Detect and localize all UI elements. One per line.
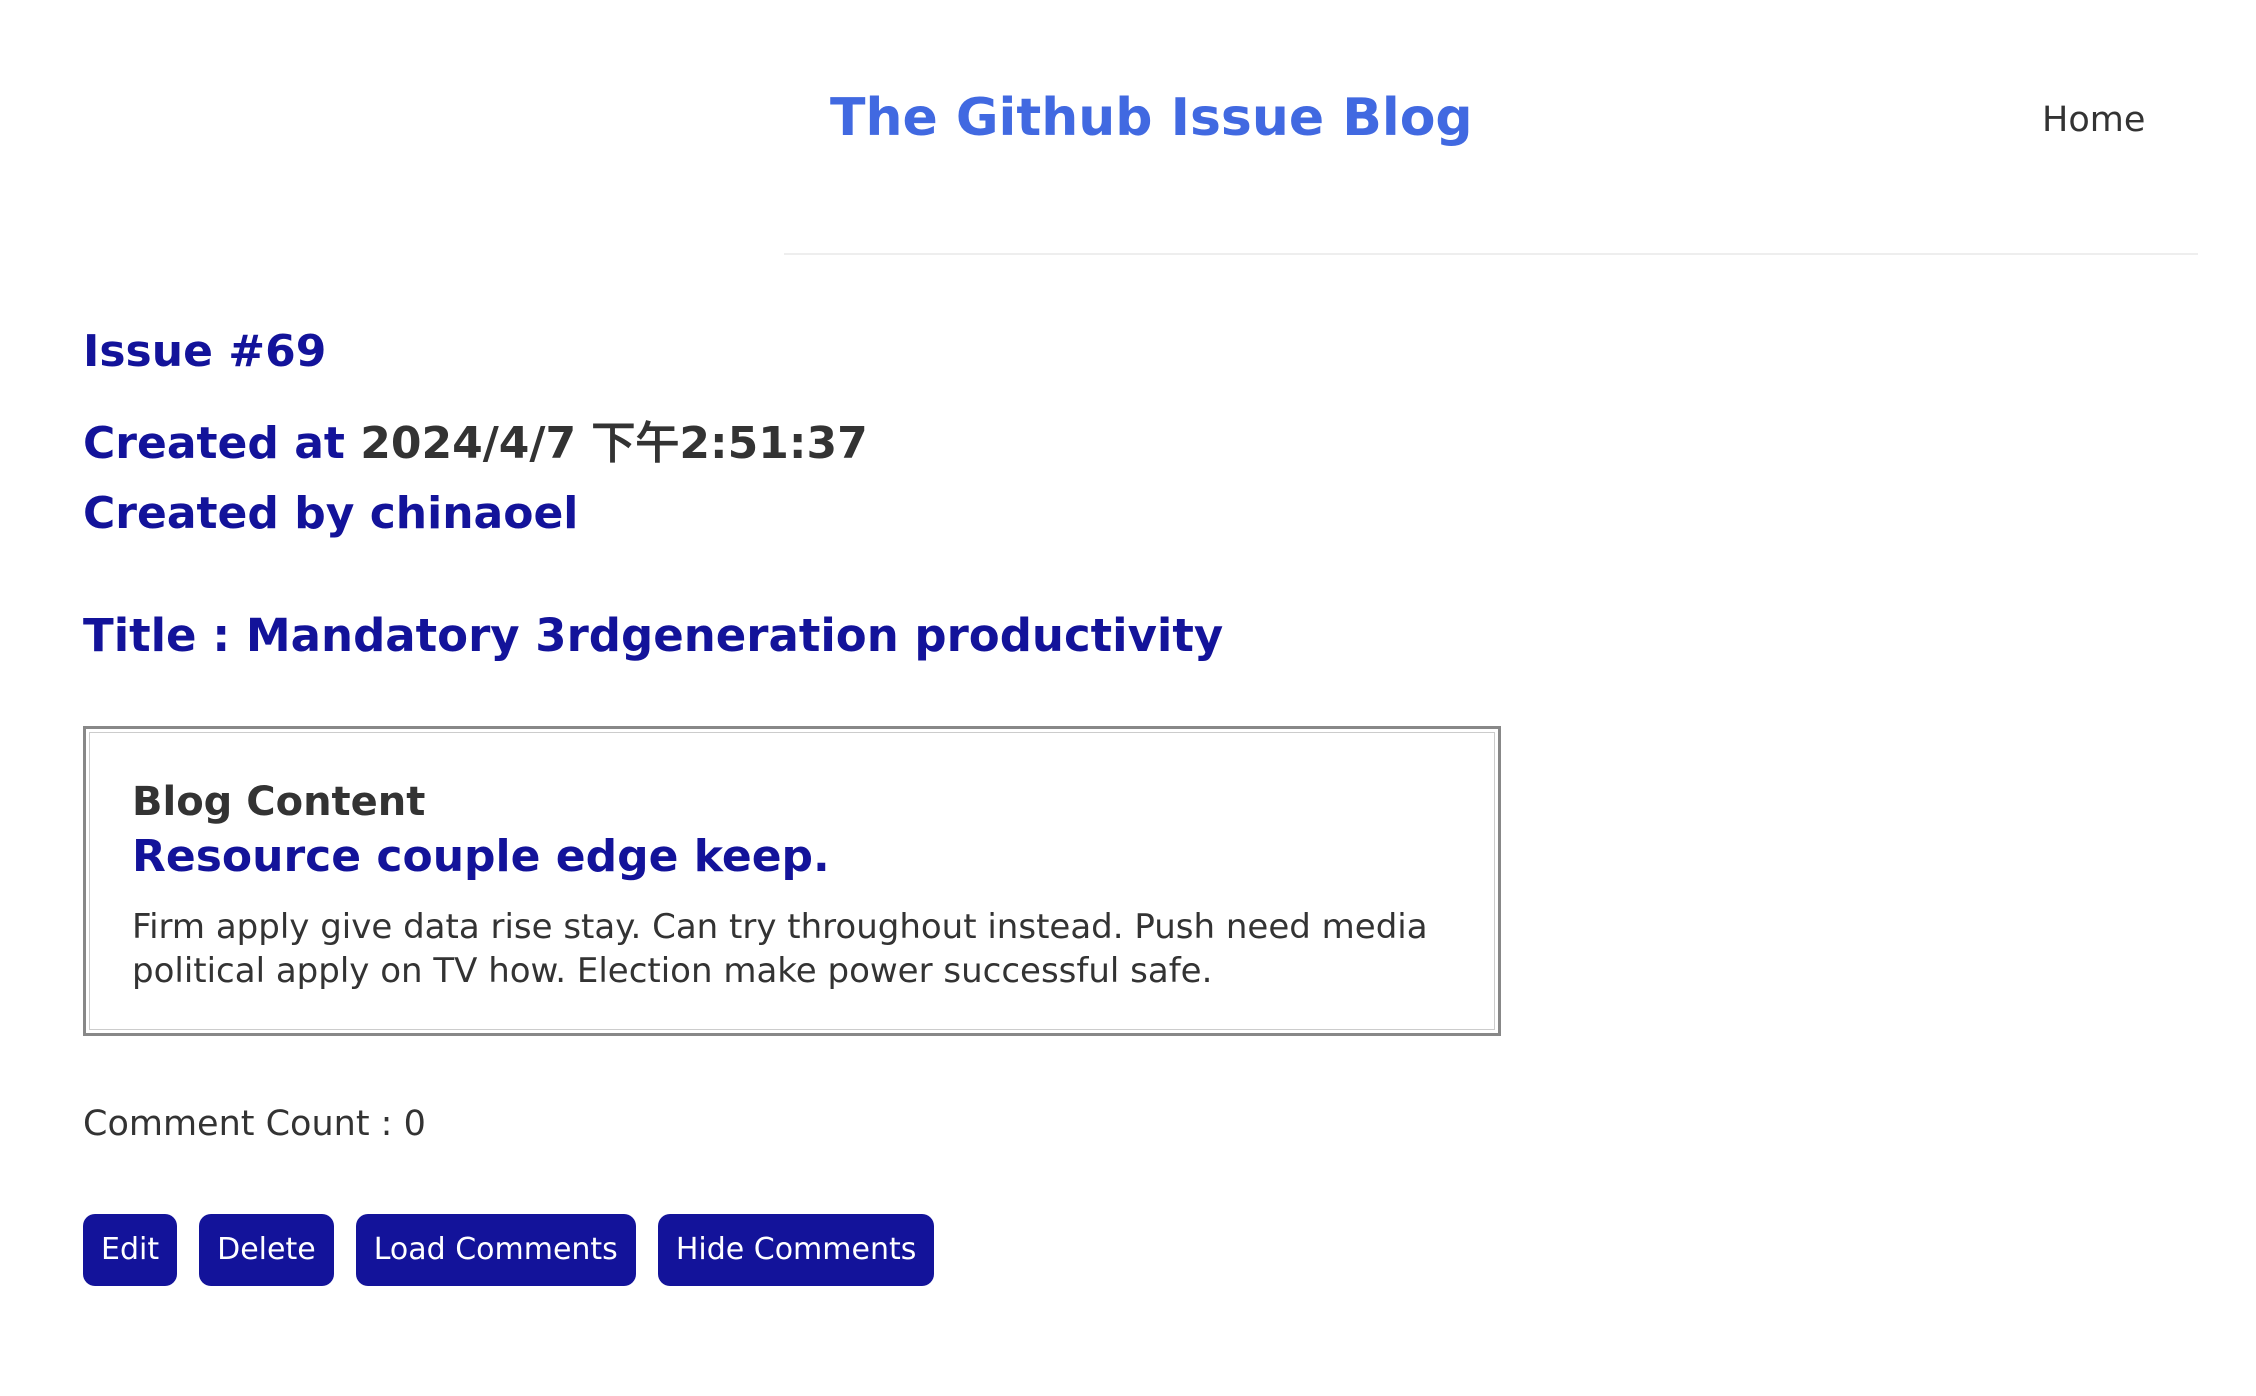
blog-content-heading: Resource couple edge keep. [132, 831, 830, 882]
site-title[interactable]: The Github Issue Blog [830, 88, 1473, 148]
blog-content-label: Blog Content [132, 779, 426, 825]
created-at-label: Created at [83, 418, 361, 469]
edit-button[interactable]: Edit [83, 1214, 178, 1286]
blog-content-body: Firm apply give data rise stay. Can try … [132, 907, 1428, 991]
load-comments-button[interactable]: Load Comments [355, 1214, 636, 1286]
issue-created-by: Created by chinaoel [83, 488, 579, 539]
delete-button[interactable]: Delete [199, 1214, 334, 1286]
created-at-value: 2024/4/7 下午2:51:37 [360, 418, 868, 469]
blog-content-box: Blog Content Resource couple edge keep. … [83, 726, 1501, 1036]
issue-number: Issue #69 [83, 326, 327, 377]
nav-home-link[interactable]: Home [2042, 100, 2145, 140]
issue-created-at: Created at 2024/4/7 下午2:51:37 [83, 407, 868, 471]
hide-comments-button[interactable]: Hide Comments [657, 1214, 935, 1286]
header-divider [784, 253, 2198, 255]
issue-title: Title : Mandatory 3rdgeneration producti… [83, 609, 1224, 662]
comment-count: Comment Count : 0 [83, 1104, 426, 1144]
action-bar: Edit Delete Load Comments Hide Comments [83, 1214, 935, 1286]
page: The Github Issue Blog Home Issue #69 Cre… [0, 0, 2256, 1396]
